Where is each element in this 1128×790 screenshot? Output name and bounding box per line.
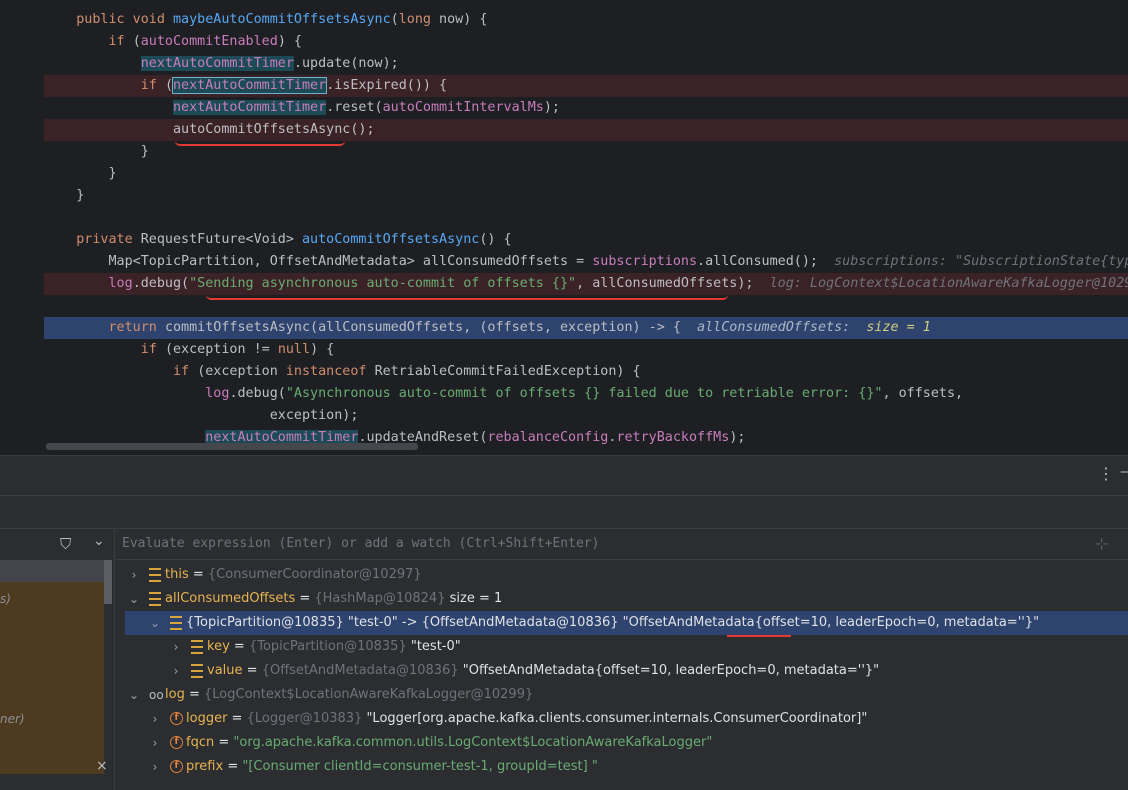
code-line[interactable]: log.debug("Sending asynchronous auto-com… <box>44 273 1128 295</box>
offset-underline <box>727 635 791 637</box>
variable-row[interactable]: ⌄ oo log = {LogContext$LocationAwareKafkaL… <box>115 683 1128 707</box>
code-line[interactable]: if (exception instanceof RetriableCommit… <box>44 361 1128 383</box>
code-line[interactable]: public void maybeAutoCommitOffsetsAsync(… <box>44 9 1128 31</box>
variable-row[interactable]: › key = {TopicPartition@10835} "test-0" <box>115 635 1128 659</box>
code-line[interactable]: private RequestFuture<Void> autoCommitOf… <box>44 229 1128 251</box>
variable-icon <box>191 664 203 678</box>
variable-text: value = {OffsetAndMetadata@10836} "Offse… <box>207 663 880 678</box>
variable-row[interactable]: › value = {OffsetAndMetadata@10836} "Offs… <box>115 659 1128 683</box>
field-icon: f <box>170 760 183 773</box>
code-line[interactable]: if (autoCommitEnabled) { <box>44 31 1128 53</box>
code-line[interactable]: log.debug("Asynchronous auto-commit of o… <box>44 383 1128 405</box>
variable-text: {TopicPartition@10835} "test-0" -> {Offs… <box>186 615 1040 630</box>
variable-text: fqcn = "org.apache.kafka.common.utils.Lo… <box>186 735 713 750</box>
variable-row[interactable]: ⌄ allConsumedOffsets = {HashMap@10824} si… <box>115 587 1128 611</box>
variable-text: logger = {Logger@10383} "Logger[org.apac… <box>186 711 868 726</box>
library-frames-block[interactable] <box>0 582 104 774</box>
error-underline-2 <box>206 295 728 300</box>
frame-label: ner) <box>0 712 25 726</box>
code-line[interactable]: Map<TopicPartition, OffsetAndMetadata> a… <box>44 251 1128 273</box>
chevron-right-icon[interactable]: › <box>150 755 160 779</box>
code-line[interactable]: nextAutoCommitTimer.update(now); <box>44 53 1128 75</box>
variable-row[interactable]: › f logger = {Logger@10383} "Logger[org.ap… <box>115 707 1128 731</box>
chevron-right-icon[interactable]: › <box>129 563 139 587</box>
chevron-right-icon[interactable]: › <box>150 731 160 755</box>
code-line[interactable]: if (nextAutoCommitTimer.isExpired()) { <box>44 75 1128 97</box>
chevron-down-icon[interactable]: ⌄ <box>129 587 139 611</box>
close-icon[interactable]: × <box>96 758 108 774</box>
field-icon: f <box>170 736 183 749</box>
selected-frame[interactable] <box>0 560 112 582</box>
field-icon: f <box>170 712 183 725</box>
debug-tabs-bar <box>0 495 1128 528</box>
evaluate-expression-bar[interactable]: Evaluate expression (Enter) or add a wat… <box>115 529 1128 560</box>
variable-icon <box>170 616 182 630</box>
variable-text: this = {ConsumerCoordinator@10297} <box>165 567 422 582</box>
minimize-icon[interactable]: — <box>1120 464 1128 480</box>
chevron-down-icon[interactable]: ⌄ <box>129 683 139 707</box>
variable-text: key = {TopicPartition@10835} "test-0" <box>207 639 461 654</box>
chevron-right-icon[interactable]: › <box>171 659 181 683</box>
code-line[interactable]: if (exception != null) { <box>44 339 1128 361</box>
filter-icon[interactable]: ⛉ <box>60 535 71 553</box>
chevron-right-icon[interactable]: › <box>171 635 181 659</box>
code-editor[interactable]: public void maybeAutoCommitOffsetsAsync(… <box>0 0 1128 455</box>
variable-icon <box>149 568 161 582</box>
variable-text: log = {LogContext$LocationAwareKafkaLogg… <box>165 687 534 702</box>
variable-row[interactable]: › f fqcn = "org.apache.kafka.common.utils.… <box>115 731 1128 755</box>
variable-row[interactable]: › this = {ConsumerCoordinator@10297} <box>115 563 1128 587</box>
debugger-panel: s) ner) ⛉ ⌄ × Evaluate expression (Enter… <box>0 528 1128 790</box>
horizontal-scrollbar[interactable] <box>46 443 418 450</box>
chevron-right-icon[interactable]: › <box>150 707 160 731</box>
variable-icon <box>149 592 161 606</box>
variable-row[interactable]: ⌄ {TopicPartition@10835} "test-0" -> {Off… <box>125 611 1128 635</box>
chevron-down-icon[interactable]: ⌄ <box>150 611 160 635</box>
debug-toolbar: ⋮ — <box>0 455 1128 496</box>
code-line[interactable]: autoCommitOffsetsAsync(); <box>44 119 1128 141</box>
code-line[interactable]: exception); <box>44 405 1128 427</box>
variable-text: allConsumedOffsets = {HashMap@10824} siz… <box>165 591 503 606</box>
more-options-icon[interactable]: ⋮ <box>1098 464 1114 483</box>
code-line[interactable]: nextAutoCommitTimer.reset(autoCommitInte… <box>44 97 1128 119</box>
code-line[interactable]: } <box>44 185 1128 207</box>
error-underline-1 <box>175 141 345 146</box>
frame-label: s) <box>0 592 11 606</box>
variable-row[interactable]: › f prefix = "[Consumer clientId=consumer-… <box>115 755 1128 779</box>
code-line[interactable]: return commitOffsetsAsync(allConsumedOff… <box>44 317 1128 339</box>
variables-view: Evaluate expression (Enter) or add a wat… <box>115 529 1128 790</box>
variable-text: prefix = "[Consumer clientId=consumer-te… <box>186 759 598 774</box>
code-line[interactable]: } <box>44 163 1128 185</box>
watch-glasses-icon: oo <box>149 688 164 702</box>
evaluate-expression-input[interactable]: Evaluate expression (Enter) or add a wat… <box>122 536 599 551</box>
editor-gutter[interactable] <box>0 0 44 455</box>
frames-scrollbar[interactable] <box>104 560 112 604</box>
variable-icon <box>191 640 203 654</box>
chevron-down-icon[interactable]: ⌄ <box>93 533 105 549</box>
add-watch-icon[interactable]: ⊹ <box>1095 534 1108 553</box>
frames-list[interactable]: s) ner) ⛉ ⌄ × <box>0 529 115 790</box>
code-line[interactable] <box>44 207 1128 229</box>
